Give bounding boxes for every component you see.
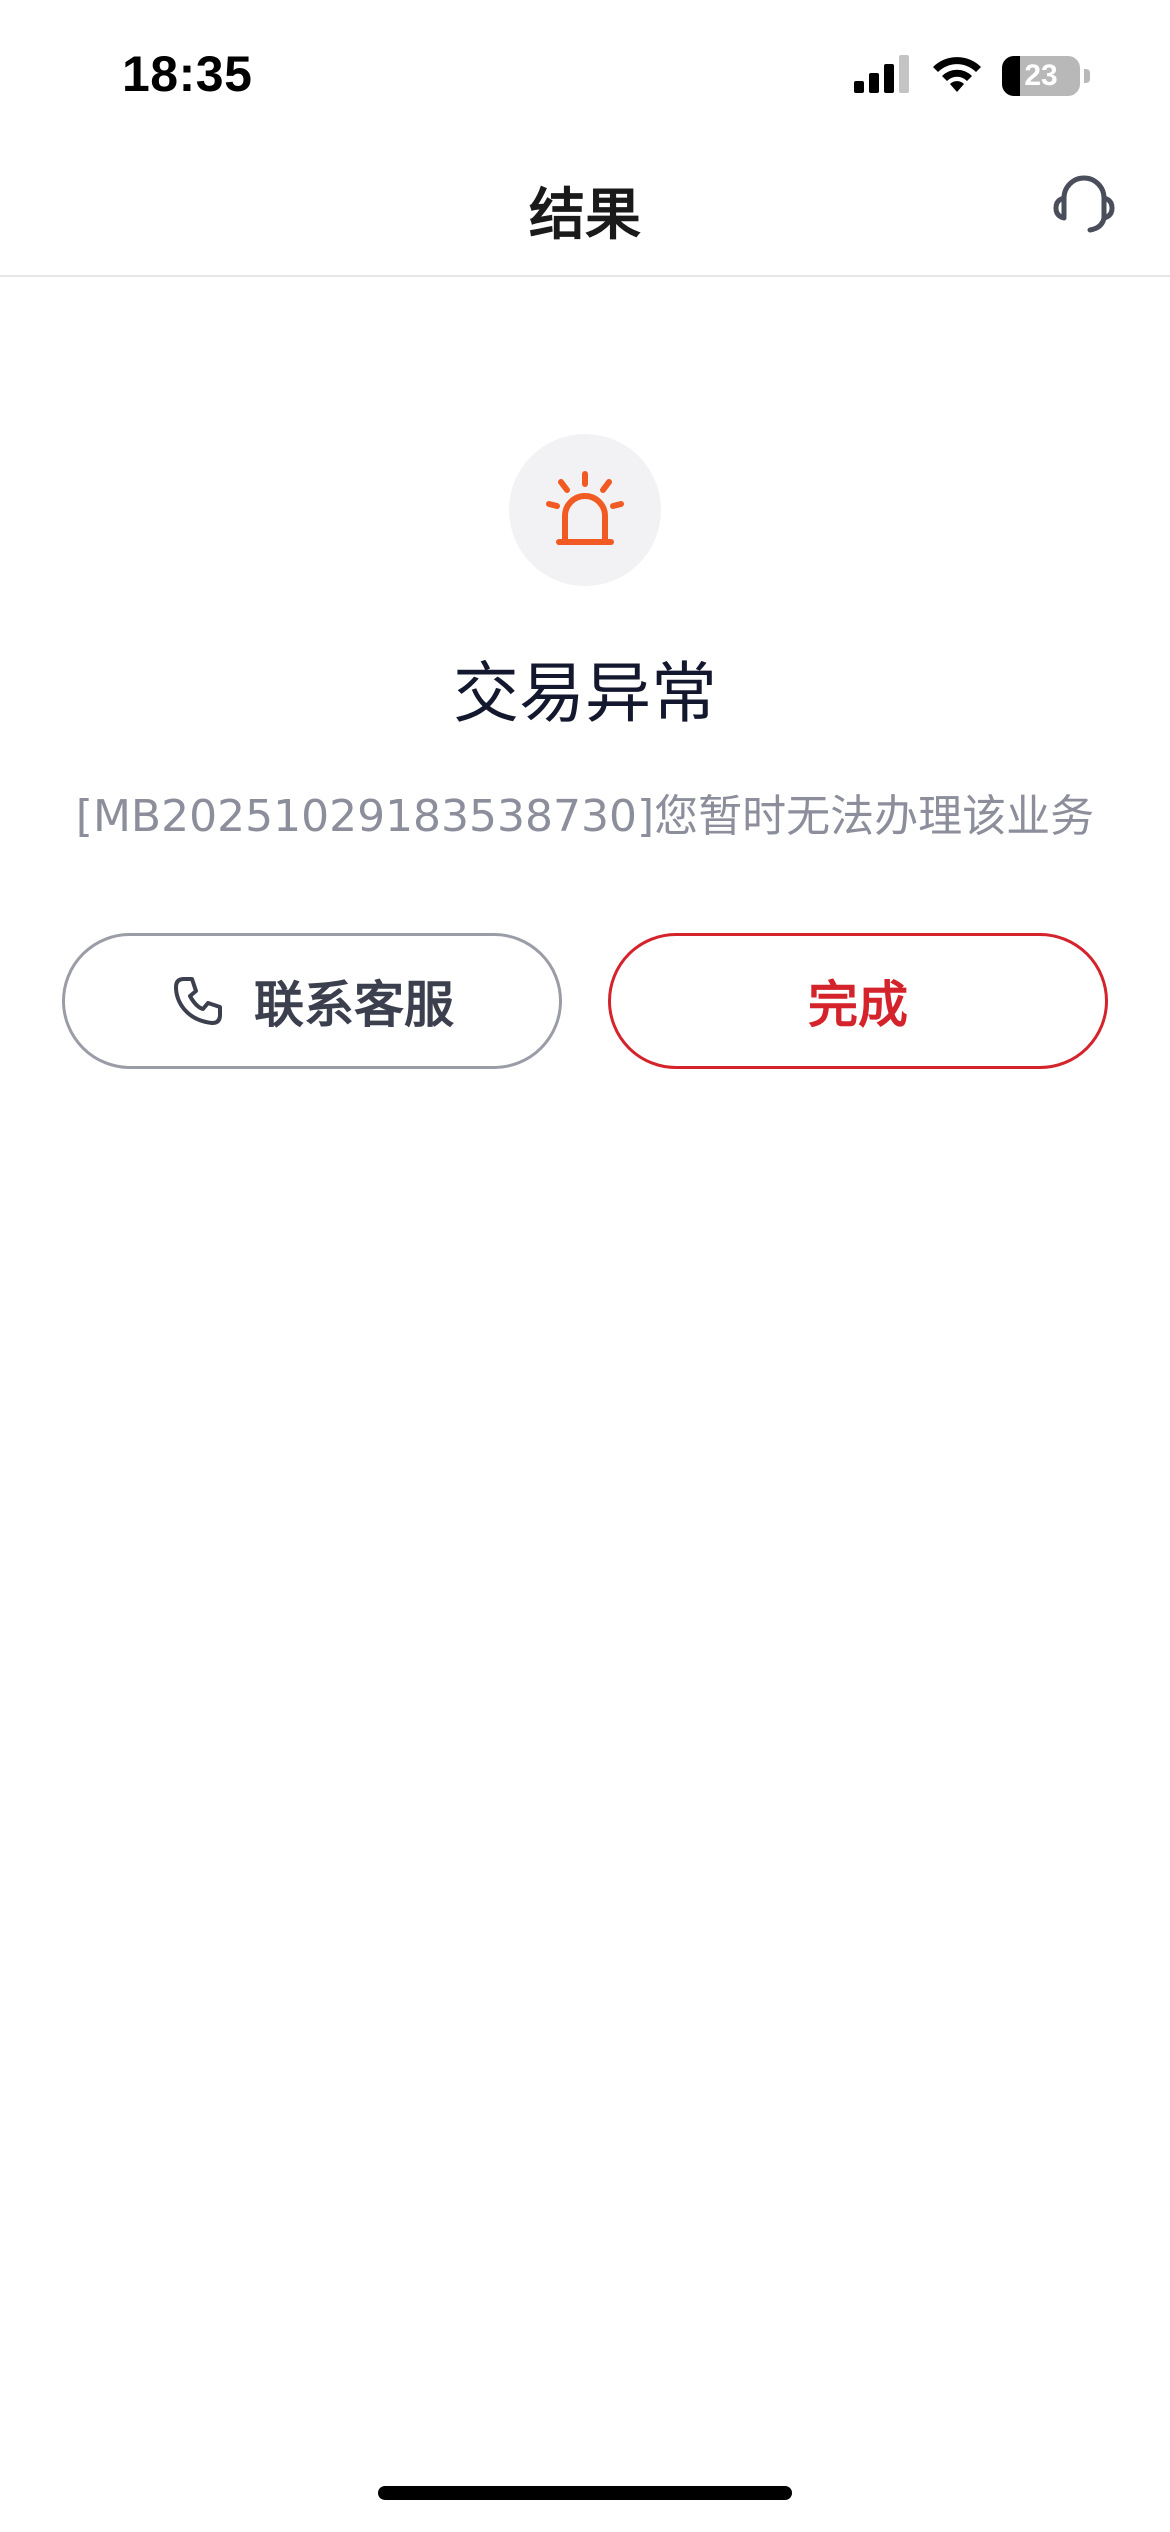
status-bar: 18:35 23 — [0, 0, 1170, 150]
headset-icon — [1050, 168, 1118, 240]
customer-service-button[interactable] — [1048, 168, 1120, 240]
battery-cap — [1084, 69, 1090, 83]
result-screen: 18:35 23 结果 交易异常 [MB20251029183538730]您暂… — [0, 0, 1170, 2532]
contact-service-label: 联系客服 — [254, 976, 454, 1034]
done-button[interactable]: 完成 — [608, 933, 1108, 1069]
battery-icon: 23 — [1002, 56, 1080, 96]
result-icon-circle — [509, 434, 661, 586]
status-icons: 23 — [854, 52, 1090, 100]
contact-service-button[interactable]: 联系客服 — [62, 933, 562, 1069]
alarm-light-icon — [537, 460, 633, 560]
phone-icon — [170, 973, 226, 1029]
wifi-icon — [930, 54, 984, 98]
page-title: 结果 — [529, 183, 641, 248]
home-indicator[interactable] — [378, 2486, 792, 2500]
result-message: [MB20251029183538730]您暂时无法办理该业务 — [75, 791, 1095, 842]
result-title: 交易异常 — [453, 655, 717, 732]
battery-percent: 23 — [1024, 59, 1058, 92]
status-time: 18:35 — [122, 46, 253, 102]
signal-icon — [854, 55, 912, 97]
nav-bar: 结果 — [0, 150, 1170, 277]
